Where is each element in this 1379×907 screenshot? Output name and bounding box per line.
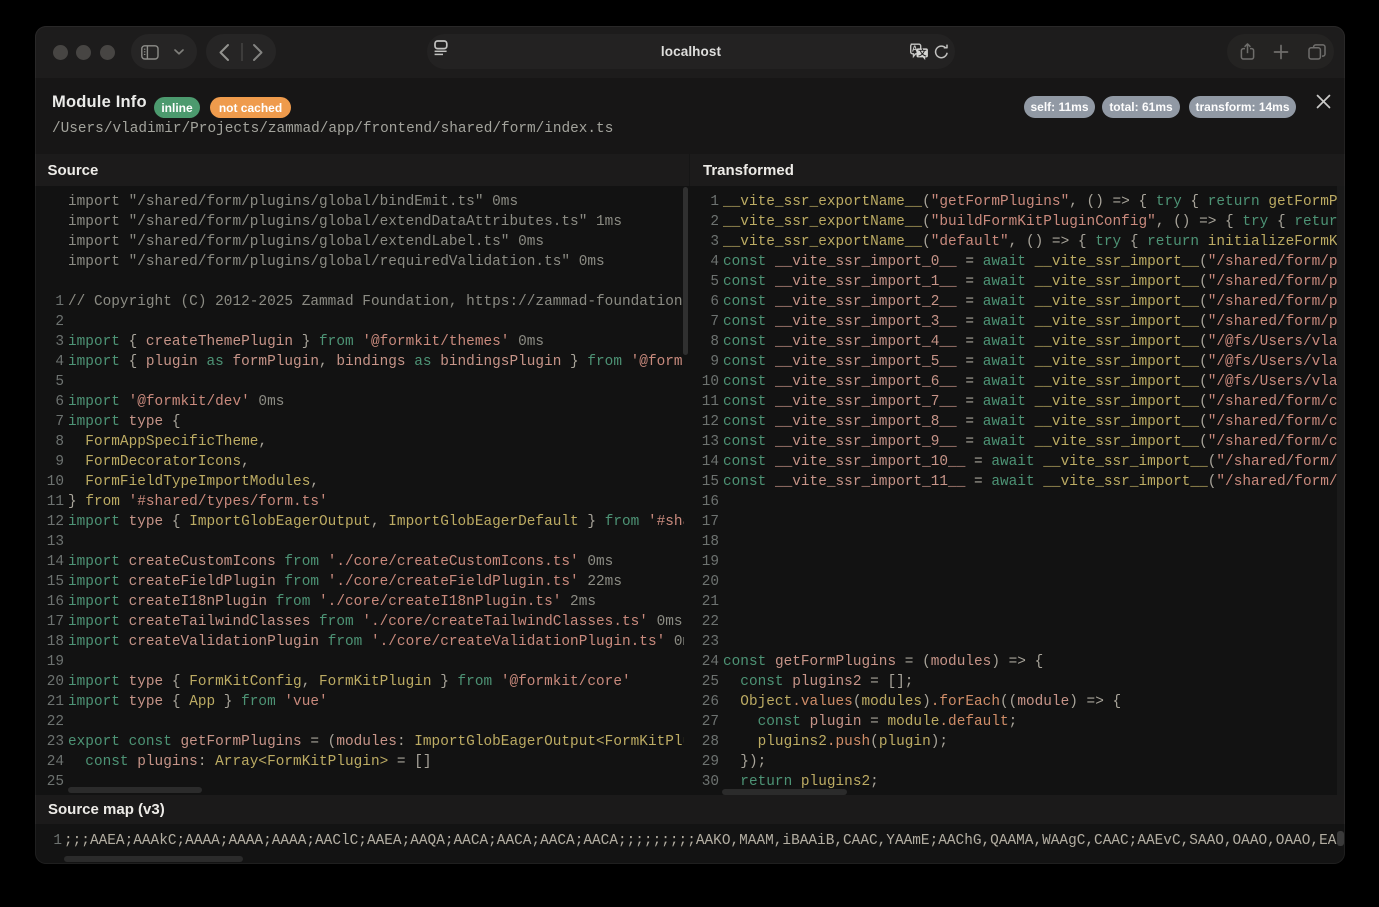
- svg-text:文: 文: [918, 47, 927, 57]
